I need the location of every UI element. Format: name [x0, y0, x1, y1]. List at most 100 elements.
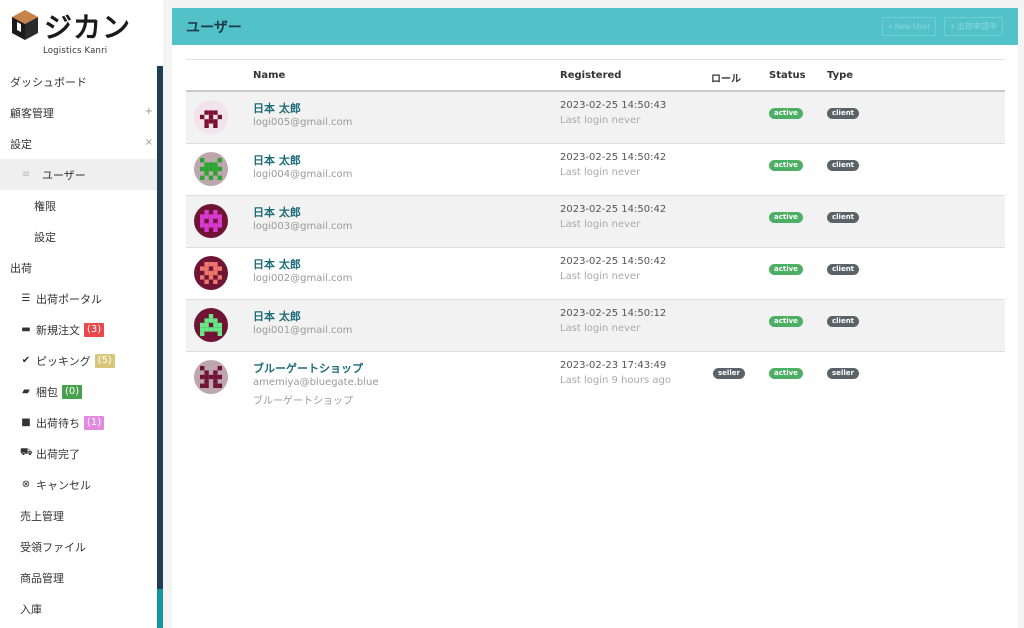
column-header-type[interactable]: Type — [827, 70, 853, 81]
sidebar-item[interactable]: 売上管理 — [0, 500, 157, 531]
sidebar-item-count-badge: (0) — [62, 384, 83, 399]
sidebar-item[interactable]: 設定 × — [0, 128, 157, 159]
avatar — [194, 308, 228, 342]
sidebar-item[interactable]: 商品管理 — [0, 562, 157, 593]
user-email: logi001@gmail.com — [253, 325, 353, 336]
sidebar-item-count-badge: (5) — [94, 353, 115, 368]
sidebar-item[interactable]: ダッシュボード — [0, 66, 157, 97]
sidebar-item-label: 出荷 — [10, 261, 32, 275]
status-badge: active — [769, 212, 803, 223]
sidebar-item-label: キャンセル — [36, 478, 91, 492]
registered-date: 2023-02-25 14:50:42 — [560, 204, 667, 215]
sidebar-item[interactable]: 設定 — [0, 221, 157, 252]
sidebar-item[interactable]: 顧客管理 + — [0, 97, 157, 128]
last-login: Last login never — [560, 323, 641, 334]
sidebar-item[interactable]: ☰ 出荷ポータル — [0, 283, 157, 314]
logo-text: ジカン — [44, 11, 132, 44]
registered-date: 2023-02-25 14:50:42 — [560, 152, 667, 163]
sidebar-item-icon: ⊗ — [21, 479, 31, 490]
sidebar-item-label: 受領ファイル — [20, 540, 86, 554]
registered-date: 2023-02-25 14:50:42 — [560, 256, 667, 267]
status-badge: active — [769, 264, 803, 275]
column-header-name[interactable]: Name — [253, 70, 285, 81]
table-header: Name Registered ロール Status Type — [186, 60, 1005, 92]
shipping-request-button[interactable]: + 出荷申請中 — [944, 17, 1003, 36]
status-badge: active — [769, 160, 803, 171]
sidebar-item-icon: ☰ — [21, 293, 31, 304]
user-email: logi005@gmail.com — [253, 117, 353, 128]
table-row[interactable]: 日本 太郎 logi005@gmail.com 2023-02-25 14:50:4… — [186, 92, 1005, 144]
table-row[interactable]: 日本 太郎 logi001@gmail.com 2023-02-25 14:50:1… — [186, 300, 1005, 352]
sidebar-item-label: 設定 — [10, 137, 32, 151]
sidebar-item[interactable]: ▬ 新規注文 (3) — [0, 314, 157, 345]
sidebar-item-label: 出荷ポータル — [36, 292, 102, 306]
user-name-link[interactable]: 日本 太郎 — [253, 152, 301, 168]
user-email: logi004@gmail.com — [253, 169, 353, 180]
sidebar-item[interactable]: ≡ ユーザー — [0, 159, 157, 190]
column-header-registered[interactable]: Registered — [560, 70, 621, 81]
sidebar-item[interactable]: 権限 — [0, 190, 157, 221]
type-badge: client — [827, 212, 860, 223]
last-login: Last login never — [560, 115, 641, 126]
expand-toggle-icon[interactable]: + — [145, 106, 153, 117]
sidebar-item[interactable]: ⊗ キャンセル — [0, 469, 157, 500]
column-header-role[interactable]: ロール — [711, 70, 741, 85]
user-name-link[interactable]: 日本 太郎 — [253, 256, 301, 272]
sidebar-item-label: ピッキング — [36, 354, 91, 368]
logo-subtitle: Logistics Kanri — [43, 46, 108, 56]
sidebar-item-label: 権限 — [34, 199, 56, 213]
box-logo-icon — [12, 10, 38, 40]
type-badge: client — [827, 316, 860, 327]
sidebar-item-label: ユーザー — [42, 168, 86, 182]
column-header-status[interactable]: Status — [769, 70, 806, 81]
type-badge: client — [827, 160, 860, 171]
role-badge: seller — [713, 368, 745, 379]
registered-date: 2023-02-25 14:50:43 — [560, 100, 667, 111]
status-badge: active — [769, 316, 803, 327]
sidebar-item-count-badge: (3) — [84, 322, 105, 337]
registered-date: 2023-02-23 17:43:49 — [560, 360, 667, 371]
table-row[interactable]: 日本 太郎 logi004@gmail.com 2023-02-25 14:50:4… — [186, 144, 1005, 196]
type-badge: seller — [827, 368, 859, 379]
sidebar-item-label: 出荷完了 — [36, 447, 80, 461]
sidebar-item[interactable]: ✔ ピッキング (5) — [0, 345, 157, 376]
sidebar-item[interactable]: ■ 出荷待ち (1) — [0, 407, 157, 438]
sidebar-item-icon: ⛟ — [20, 447, 33, 458]
new-user-button[interactable]: + New User — [882, 17, 937, 36]
last-login: Last login never — [560, 219, 641, 230]
sidebar-item[interactable]: 入庫 — [0, 593, 157, 624]
avatar — [194, 152, 228, 186]
expand-toggle-icon[interactable]: × — [145, 137, 153, 148]
type-badge: client — [827, 264, 860, 275]
sidebar-scrollbar[interactable] — [157, 66, 163, 628]
table-row[interactable]: 日本 太郎 logi002@gmail.com 2023-02-25 14:50:4… — [186, 248, 1005, 300]
logo[interactable]: ジカン Logistics Kanri — [10, 6, 140, 58]
user-email: logi002@gmail.com — [253, 273, 353, 284]
sidebar-item[interactable]: 受領ファイル — [0, 531, 157, 562]
app-window: ジカン Logistics Kanri ダッシュボード 顧客管理 + 設定 × ≡ ユーザー… — [0, 0, 1024, 628]
user-email: logi003@gmail.com — [253, 221, 353, 232]
user-email: amemiya@bluegate.blue — [253, 377, 379, 388]
type-badge: client — [827, 108, 860, 119]
sidebar-item-label: 梱包 — [36, 385, 58, 399]
table-row[interactable]: ブルーゲートショップ amemiya@bluegate.blue ブルーゲートショッ… — [186, 352, 1005, 410]
page-title: ユーザー — [186, 20, 242, 36]
user-name-link[interactable]: 日本 太郎 — [253, 100, 301, 116]
sidebar-item-label: 売上管理 — [20, 509, 64, 523]
sidebar-item-count-badge: (1) — [84, 415, 105, 430]
sidebar-item-label: 設定 — [34, 230, 56, 244]
table-row[interactable]: 日本 太郎 logi003@gmail.com 2023-02-25 14:50:4… — [186, 196, 1005, 248]
page-header: ユーザー + New User + 出荷申請中 — [172, 8, 1018, 45]
registered-date: 2023-02-25 14:50:12 — [560, 308, 667, 319]
scrollbar-thumb[interactable] — [157, 589, 163, 628]
user-name-link[interactable]: ブルーゲートショップ — [253, 360, 363, 376]
main-panel: ユーザー + New User + 出荷申請中 Name Registered … — [172, 8, 1018, 628]
sidebar-item[interactable]: ▰ 梱包 (0) — [0, 376, 157, 407]
table-body: 日本 太郎 logi005@gmail.com 2023-02-25 14:50:4… — [186, 92, 1005, 410]
avatar — [194, 256, 228, 290]
sidebar-item[interactable]: ⛟ 出荷完了 — [0, 438, 157, 469]
sidebar-item[interactable]: 出荷 — [0, 252, 157, 283]
user-name-link[interactable]: 日本 太郎 — [253, 308, 301, 324]
users-table: Name Registered ロール Status Type 日本 太郎 log… — [186, 59, 1005, 410]
user-name-link[interactable]: 日本 太郎 — [253, 204, 301, 220]
